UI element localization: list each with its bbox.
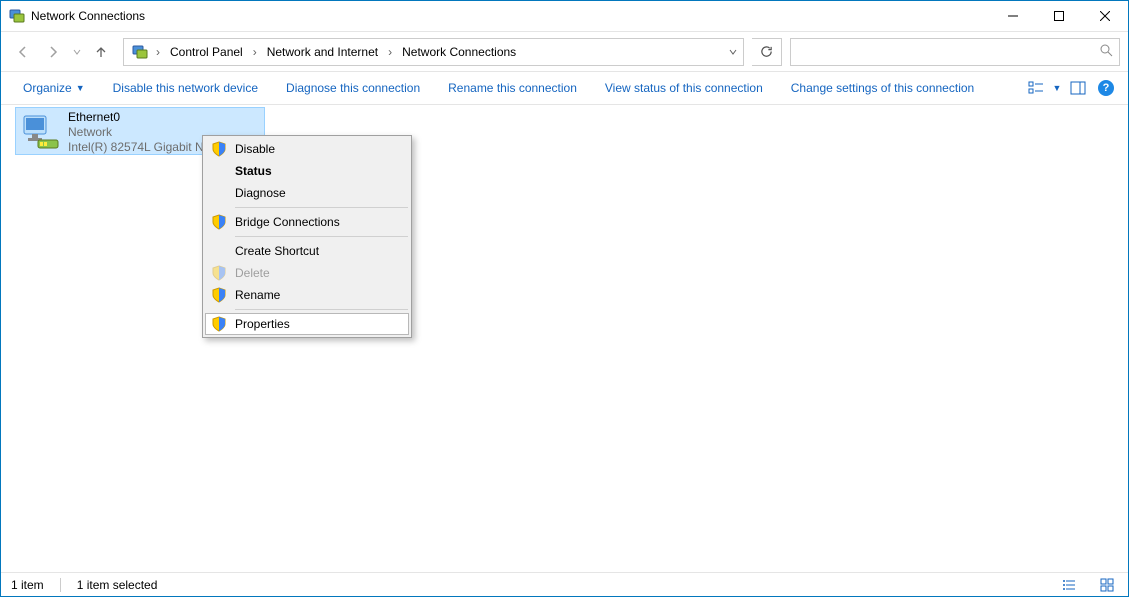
shield-icon <box>211 265 227 281</box>
context-diagnose-label: Diagnose <box>235 186 286 200</box>
up-button[interactable] <box>87 38 115 66</box>
large-icons-view-icon <box>1100 578 1114 592</box>
search-icon[interactable] <box>1099 43 1113 60</box>
chevron-down-icon: ▼ <box>76 83 85 93</box>
context-delete-label: Delete <box>235 266 270 280</box>
status-selected-count: 1 item selected <box>77 578 158 592</box>
breadcrumb-chevron-icon[interactable]: › <box>384 45 396 59</box>
context-rename[interactable]: Rename <box>205 284 409 306</box>
breadcrumb-chevron-icon[interactable]: › <box>152 45 164 59</box>
preview-pane-button[interactable] <box>1064 72 1092 104</box>
titlebar: Network Connections <box>1 1 1128 31</box>
maximize-button[interactable] <box>1036 1 1082 31</box>
location-icon <box>132 44 148 60</box>
context-rename-label: Rename <box>235 288 280 302</box>
disable-device-button[interactable]: Disable this network device <box>99 72 272 104</box>
help-button[interactable]: ? <box>1092 72 1120 104</box>
window: Network Connections › <box>0 0 1129 597</box>
chevron-down-icon <box>729 48 737 56</box>
help-icon: ? <box>1098 80 1114 96</box>
context-separator <box>235 309 408 310</box>
change-settings-button[interactable]: Change settings of this connection <box>777 72 988 104</box>
context-disable-label: Disable <box>235 142 275 156</box>
context-status-label: Status <box>235 164 272 178</box>
app-icon <box>9 8 25 24</box>
view-options-button[interactable] <box>1022 72 1050 104</box>
details-view-icon <box>1062 578 1076 592</box>
maximize-icon <box>1054 11 1064 21</box>
network-adapter-icon <box>20 112 60 152</box>
context-create-shortcut-label: Create Shortcut <box>235 244 319 258</box>
context-properties[interactable]: Properties <box>205 313 409 335</box>
details-view-button[interactable] <box>1058 576 1080 594</box>
search-box[interactable] <box>790 38 1120 66</box>
context-delete: Delete <box>205 262 409 284</box>
shield-icon <box>211 287 227 303</box>
shield-icon <box>211 141 227 157</box>
context-create-shortcut[interactable]: Create Shortcut <box>205 240 409 262</box>
context-disable[interactable]: Disable <box>205 138 409 160</box>
minimize-button[interactable] <box>990 1 1036 31</box>
recent-locations-button[interactable] <box>69 38 85 66</box>
refresh-button[interactable] <box>752 38 782 66</box>
search-input[interactable] <box>797 45 1099 59</box>
status-item-count: 1 item <box>11 578 44 592</box>
back-arrow-icon <box>16 45 30 59</box>
context-bridge-label: Bridge Connections <box>235 215 340 229</box>
organize-label: Organize <box>23 81 72 95</box>
context-bridge[interactable]: Bridge Connections <box>205 211 409 233</box>
back-button[interactable] <box>9 38 37 66</box>
rename-button[interactable]: Rename this connection <box>434 72 591 104</box>
forward-button[interactable] <box>39 38 67 66</box>
view-options-icon <box>1028 80 1044 96</box>
view-options-dropdown[interactable]: ▼ <box>1050 72 1064 104</box>
shield-icon <box>211 214 227 230</box>
context-menu: Disable Status Diagnose Bridge Connectio… <box>202 135 412 338</box>
adapter-name: Ethernet0 <box>68 110 204 125</box>
context-diagnose[interactable]: Diagnose <box>205 182 409 204</box>
breadcrumb-segment-network-connections[interactable]: Network Connections <box>396 39 522 65</box>
window-title: Network Connections <box>31 9 145 23</box>
status-bar: 1 item 1 item selected <box>1 572 1128 596</box>
up-arrow-icon <box>94 45 108 59</box>
chevron-down-icon <box>73 48 81 56</box>
adapter-device: Intel(R) 82574L Gigabit N <box>68 140 204 155</box>
large-icons-view-button[interactable] <box>1096 576 1118 594</box>
shield-icon <box>211 316 227 332</box>
context-separator <box>235 207 408 208</box>
breadcrumb-dropdown[interactable] <box>721 39 743 65</box>
command-bar: Organize ▼ Disable this network device D… <box>1 71 1128 105</box>
breadcrumb-chevron-icon[interactable]: › <box>249 45 261 59</box>
close-icon <box>1100 11 1110 21</box>
refresh-icon <box>760 45 773 58</box>
context-separator <box>235 236 408 237</box>
context-status[interactable]: Status <box>205 160 409 182</box>
context-properties-label: Properties <box>235 317 290 331</box>
close-button[interactable] <box>1082 1 1128 31</box>
breadcrumb[interactable]: › Control Panel › Network and Internet ›… <box>123 38 744 66</box>
view-status-button[interactable]: View status of this connection <box>591 72 777 104</box>
status-divider <box>60 578 61 592</box>
adapter-status: Network <box>68 125 204 140</box>
adapter-text: Ethernet0 Network Intel(R) 82574L Gigabi… <box>68 110 204 155</box>
minimize-icon <box>1008 11 1018 21</box>
forward-arrow-icon <box>46 45 60 59</box>
breadcrumb-segment-control-panel[interactable]: Control Panel <box>164 39 249 65</box>
navbar: › Control Panel › Network and Internet ›… <box>1 31 1128 71</box>
diagnose-button[interactable]: Diagnose this connection <box>272 72 434 104</box>
organize-button[interactable]: Organize ▼ <box>9 72 99 104</box>
preview-pane-icon <box>1070 80 1086 96</box>
content-area[interactable]: Ethernet0 Network Intel(R) 82574L Gigabi… <box>1 105 1128 572</box>
breadcrumb-segment-network-internet[interactable]: Network and Internet <box>261 39 384 65</box>
